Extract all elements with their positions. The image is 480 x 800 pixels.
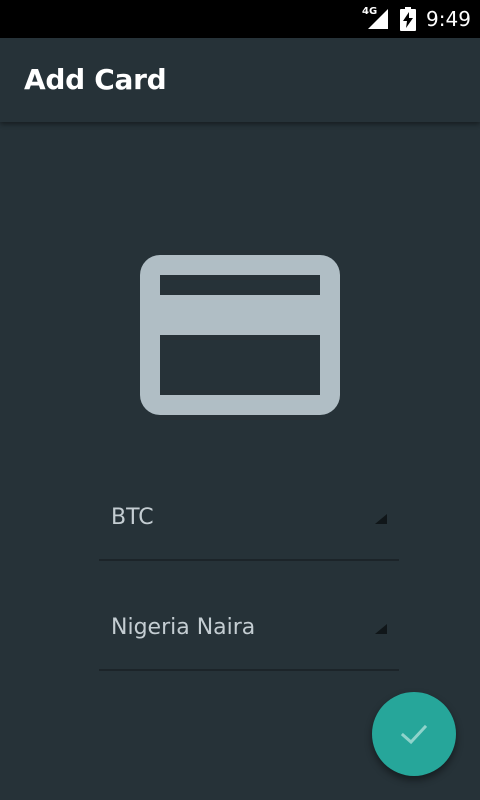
confirm-fab-button[interactable] (372, 692, 456, 776)
dropdown-arrow-icon (375, 514, 387, 524)
credit-card-icon (140, 255, 340, 415)
crypto-currency-value: BTC (111, 505, 154, 530)
check-icon (400, 724, 428, 745)
crypto-currency-select[interactable]: BTC (99, 475, 399, 561)
app-bar: Add Card (0, 38, 480, 122)
status-bar: 4G 9:49 (0, 0, 480, 38)
add-card-screen: 4G 9:49 Add Card BTC Nigeria Naira (0, 0, 480, 800)
page-title: Add Card (24, 63, 167, 96)
fiat-currency-select[interactable]: Nigeria Naira (99, 585, 399, 671)
dropdown-arrow-icon (375, 624, 387, 634)
battery-charging-icon (400, 7, 416, 31)
status-time: 9:49 (426, 7, 471, 31)
signal-icon: 4G (362, 6, 390, 32)
fiat-currency-value: Nigeria Naira (111, 615, 256, 640)
